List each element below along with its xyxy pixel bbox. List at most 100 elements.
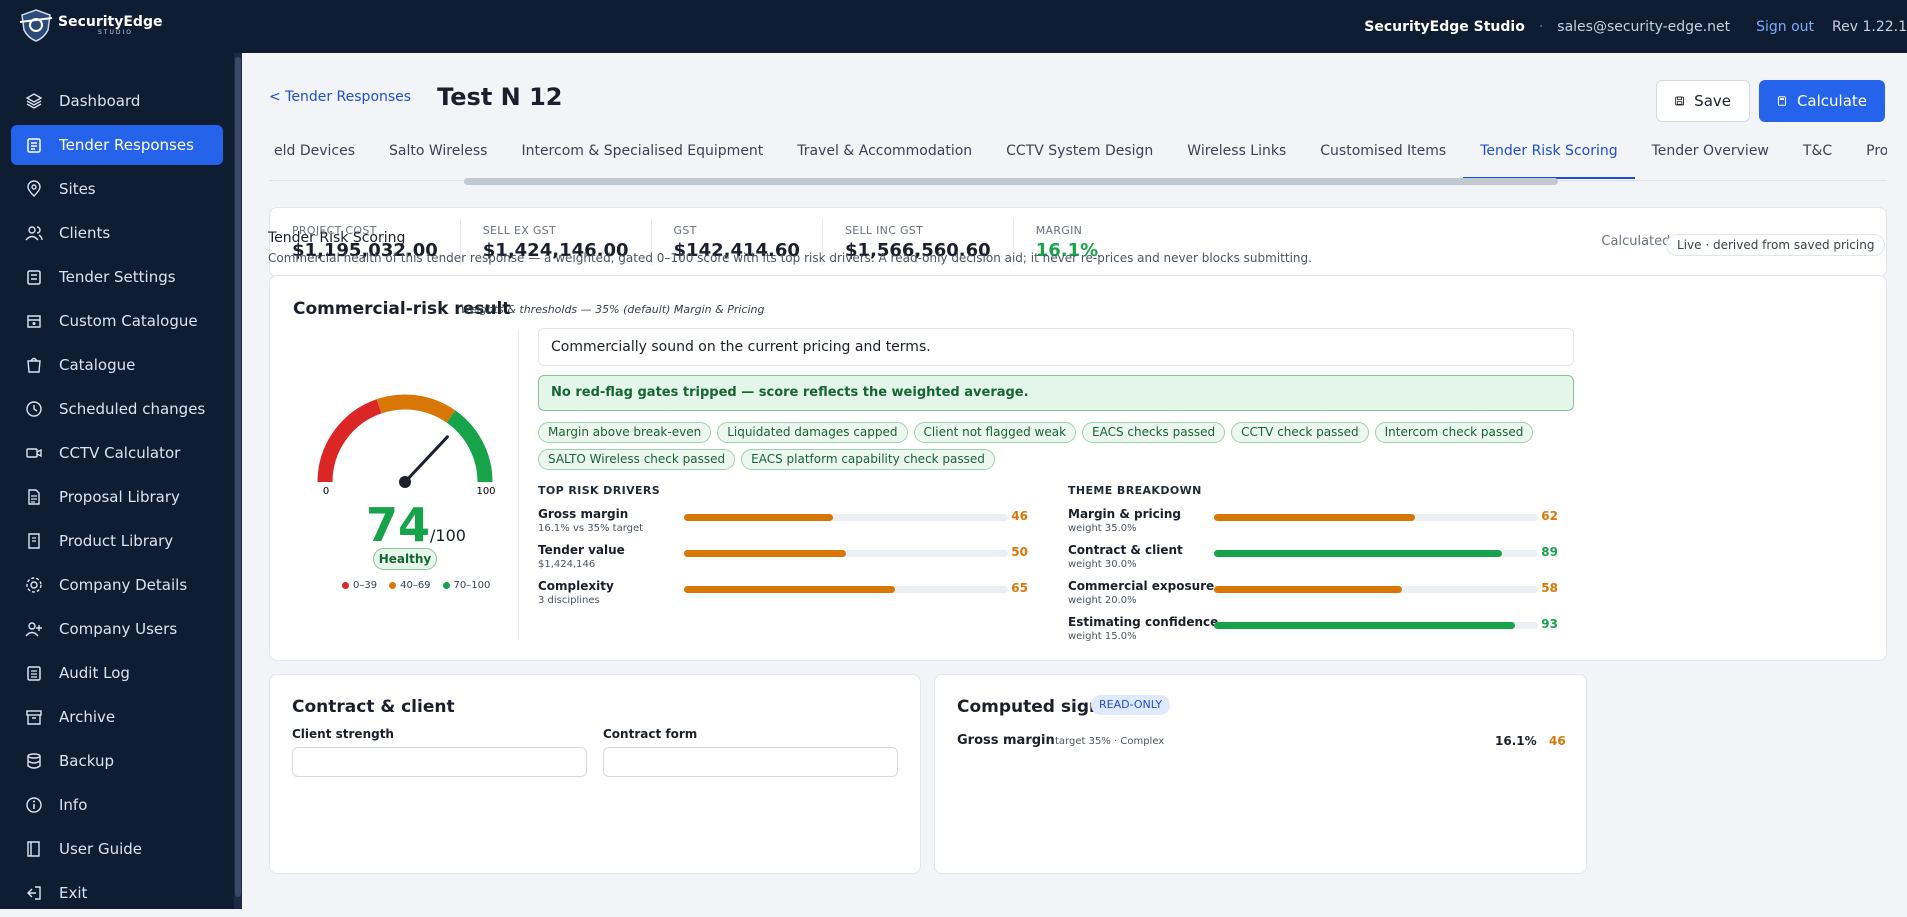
row-name: Contract & client xyxy=(1068,543,1183,557)
sidebar-scrollbar[interactable] xyxy=(234,53,242,909)
score-bar-fill xyxy=(1214,514,1415,521)
box-icon xyxy=(28,533,40,549)
score-bar-fill xyxy=(684,586,895,593)
sidebar-item-label: Info xyxy=(59,796,88,814)
tab-bar: eld Devices Salto Wireless Intercom & Spec… xyxy=(269,133,1887,181)
sidebar-item-tender-settings[interactable]: Tender Settings xyxy=(11,257,223,297)
tab-scrollbar[interactable] xyxy=(464,178,1558,185)
contract-title: Contract & client xyxy=(292,697,455,717)
tab-eld-devices[interactable]: eld Devices xyxy=(269,133,372,179)
logo-text: SecurityEdge xyxy=(58,13,163,30)
row-score: 58 xyxy=(1541,581,1558,595)
shield-logo-icon xyxy=(19,9,53,42)
section-title: Tender Risk Scoring xyxy=(268,230,406,246)
top-bar: SecurityEdge STUDIO SecurityEdge Studio … xyxy=(0,0,1907,53)
gates-banner: No red-flag gates tripped — score reflec… xyxy=(538,375,1574,411)
video-icon xyxy=(26,448,42,458)
sidebar-item-company-details[interactable]: Company Details xyxy=(11,565,223,605)
sidebar-item-scheduled-changes[interactable]: Scheduled changes xyxy=(11,389,223,429)
user-plus-icon xyxy=(25,622,42,637)
tab-t-c[interactable]: T&C xyxy=(1786,133,1849,179)
metric-label: SELL EX GST xyxy=(482,223,556,237)
sidebar-item-label: Product Library xyxy=(59,532,174,550)
sidebar-item-user-guide[interactable]: User Guide xyxy=(11,829,223,869)
sidebar-item-catalogue[interactable]: Catalogue xyxy=(11,345,223,385)
calculate-button[interactable]: Calculate xyxy=(1759,80,1885,122)
tab-proposal-builder[interactable]: Proposal Builder xyxy=(1849,133,1887,179)
studio-name: SecurityEdge Studio xyxy=(1364,18,1525,35)
row-name: Tender value xyxy=(538,543,625,557)
sidebar-item-proposal-library[interactable]: Proposal Library xyxy=(11,477,223,517)
contract-form-select[interactable] xyxy=(603,747,898,777)
tab-tender-risk-scoring[interactable]: Tender Risk Scoring xyxy=(1463,133,1635,179)
sidebar-item-audit-log[interactable]: Audit Log xyxy=(11,653,223,693)
tab-customised-items[interactable]: Customised Items xyxy=(1303,133,1463,179)
divider xyxy=(518,330,519,640)
metric-label: SELL INC GST xyxy=(844,223,924,237)
separator: · xyxy=(1538,18,1544,35)
verdict-box: Commercially sound on the current pricin… xyxy=(538,328,1574,366)
client-strength-label: Client strength xyxy=(292,727,394,741)
theme-breakdown: THEME BREAKDOWN Margin & pricing weight 3… xyxy=(1068,484,1558,642)
sidebar-item-label: Clients xyxy=(59,224,111,242)
sidebar-nav: Dashboard Tender Responses Sites Clients Ten… xyxy=(11,81,223,917)
check-chip: Margin above break-even xyxy=(538,422,712,443)
logo-subtext: STUDIO xyxy=(98,28,133,36)
sidebar-item-sites[interactable]: Sites xyxy=(11,169,223,209)
score-value: 74/100 xyxy=(366,498,466,552)
sidebar: Dashboard Tender Responses Sites Clients Ten… xyxy=(0,53,242,909)
legend-green: 70–100 xyxy=(442,580,490,591)
sidebar-item-exit[interactable]: Exit xyxy=(11,873,223,913)
calculate-label: Calculate xyxy=(1796,92,1867,110)
check-chip: CCTV check passed xyxy=(1231,422,1369,443)
tab-cctv-system-design[interactable]: CCTV System Design xyxy=(989,133,1170,179)
sidebar-item-tender-responses[interactable]: Tender Responses xyxy=(11,125,223,165)
row-score: 93 xyxy=(1541,617,1558,631)
row-name: Complexity xyxy=(538,579,614,593)
tab-travel-accommodation[interactable]: Travel & Accommodation xyxy=(780,133,989,179)
row-score: 62 xyxy=(1541,509,1558,523)
risk-result-card: Commercial-risk result weights & thresho… xyxy=(269,275,1887,661)
status-badge: Healthy xyxy=(373,548,437,570)
sidebar-item-company-users[interactable]: Company Users xyxy=(11,609,223,649)
tab-salto-wireless[interactable]: Salto Wireless xyxy=(372,133,504,179)
sidebar-item-label: Dashboard xyxy=(59,92,141,110)
sidebar-item-custom-catalogue[interactable]: Custom Catalogue xyxy=(11,301,223,341)
save-label: Save xyxy=(1694,92,1731,110)
row-sub: 3 disciplines xyxy=(538,595,600,606)
sidebar-scroll-thumb[interactable] xyxy=(235,57,241,897)
sidebar-item-label: Tender Settings xyxy=(59,268,176,286)
logo[interactable]: SecurityEdge STUDIO xyxy=(18,8,162,42)
row-name: Commercial exposure xyxy=(1068,579,1215,593)
score-suffix: /100 xyxy=(430,526,466,545)
row-sub: weight 20.0% xyxy=(1068,595,1137,606)
sidebar-item-label: Proposal Library xyxy=(59,488,180,506)
save-button[interactable]: Save xyxy=(1656,80,1750,122)
sidebar-item-clients[interactable]: Clients xyxy=(11,213,223,253)
tab-tender-overview[interactable]: Tender Overview xyxy=(1635,133,1786,179)
pricing-summary: PROJECT COST $1,195,032.00 SELL EX GST $1,4… xyxy=(269,207,1887,277)
driver-row: Complexity 3 disciplines 65 xyxy=(538,571,1028,606)
sidebar-item-dashboard[interactable]: Dashboard xyxy=(11,81,223,121)
sidebar-item-product-library[interactable]: Product Library xyxy=(11,521,223,561)
tab-intercom-specialised-equipment[interactable]: Intercom & Specialised Equipment xyxy=(504,133,780,179)
back-link[interactable]: < Tender Responses xyxy=(269,89,411,105)
legend-red: 0–39 xyxy=(342,580,377,591)
sidebar-item-backup[interactable]: Backup xyxy=(11,741,223,781)
sidebar-item-cctv-calculator[interactable]: CCTV Calculator xyxy=(11,433,223,473)
calculator-icon xyxy=(1777,96,1787,106)
sidebar-item-label: CCTV Calculator xyxy=(59,444,181,462)
theme-row: Margin & pricing weight 35.0% 62 xyxy=(1068,499,1558,534)
sidebar-item-archive[interactable]: Archive xyxy=(11,697,223,737)
sidebar-item-info[interactable]: Info xyxy=(11,785,223,825)
theme-row: Contract & client weight 30.0% 89 xyxy=(1068,535,1558,570)
score-bar-fill xyxy=(1214,550,1503,557)
custom-catalogue-icon xyxy=(27,315,41,328)
result-subtitle: weights & thresholds — 35% (default) Mar… xyxy=(461,303,765,316)
info-icon xyxy=(26,797,42,813)
sign-out-link[interactable]: Sign out xyxy=(1756,19,1814,35)
check-chip: Liquidated damages capped xyxy=(717,422,908,443)
row-name: Margin & pricing xyxy=(1068,507,1182,521)
tab-wireless-links[interactable]: Wireless Links xyxy=(1170,133,1303,179)
client-strength-select[interactable] xyxy=(292,747,587,777)
